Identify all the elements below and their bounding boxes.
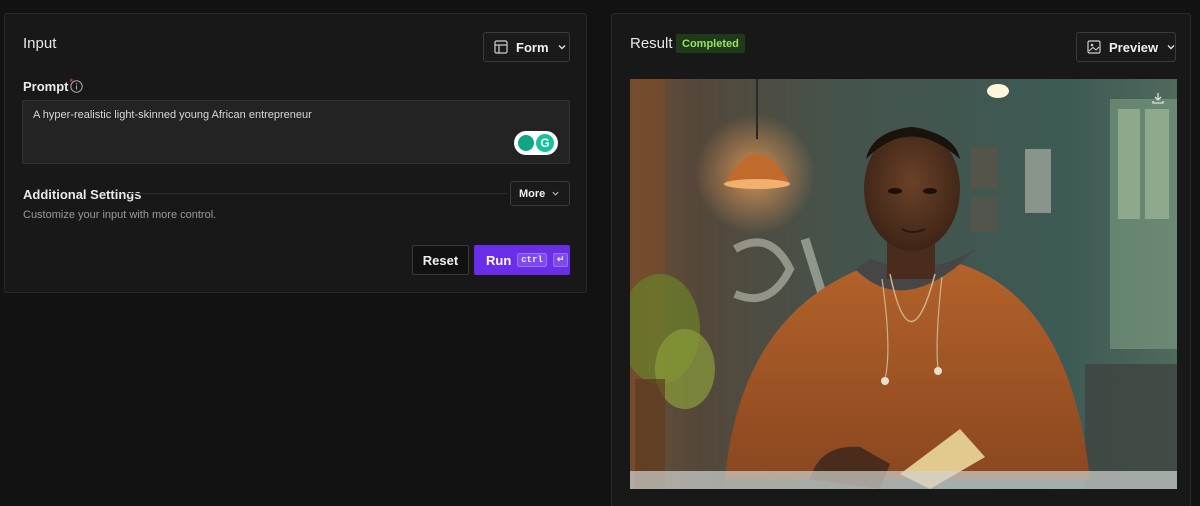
generated-image[interactable] [630, 79, 1177, 489]
enter-key-icon: ↵ [552, 253, 569, 267]
chevron-down-icon [557, 42, 567, 52]
result-panel-title: Result [630, 35, 673, 52]
portrait-illustration [630, 79, 1177, 489]
layout-icon [494, 40, 508, 54]
shortcut-ctrl: ctrl [517, 253, 547, 267]
more-settings-button[interactable]: More [510, 181, 570, 206]
additional-settings-title: Additional Settings [23, 187, 142, 202]
grammarly-widget[interactable]: G [514, 131, 558, 155]
form-view-label: Form [516, 39, 549, 55]
prompt-label-text: Prompt [23, 79, 69, 94]
info-icon[interactable] [70, 80, 83, 98]
run-label: Run [486, 252, 512, 268]
lightbulb-icon [518, 135, 534, 151]
image-icon [1087, 40, 1101, 54]
settings-subtitle: Customize your input with more control. [23, 209, 217, 221]
download-icon[interactable] [1151, 91, 1165, 110]
more-label: More [519, 187, 546, 200]
chevron-down-icon [1166, 42, 1176, 52]
preview-dropdown[interactable]: Preview [1076, 32, 1176, 62]
preview-label: Preview [1109, 39, 1159, 55]
grammarly-icon: G [536, 134, 554, 152]
chevron-down-icon [551, 189, 560, 198]
status-badge: Completed [676, 34, 745, 53]
input-panel-title: Input [23, 35, 57, 52]
result-panel: Result Completed Preview [611, 13, 1191, 506]
run-button[interactable]: Run ctrl ↵ [474, 245, 570, 275]
prompt-label: Prompt * [23, 77, 73, 95]
input-panel: Input Form Prompt * A hyper-realistic lig… [4, 13, 587, 293]
settings-divider [126, 193, 508, 194]
form-view-dropdown[interactable]: Form [483, 32, 570, 62]
reset-button[interactable]: Reset [412, 245, 469, 275]
prompt-input[interactable]: A hyper-realistic light-skinned young Af… [22, 100, 570, 164]
